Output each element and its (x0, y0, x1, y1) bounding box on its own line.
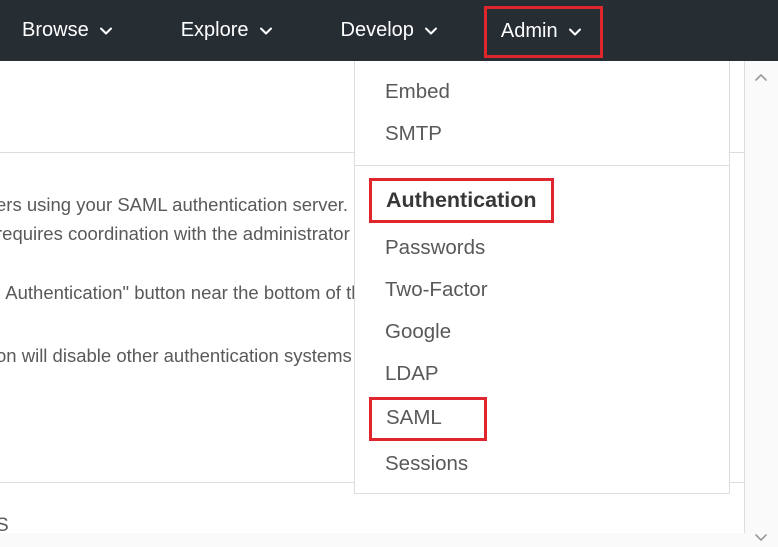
dropdown-item-embed[interactable]: Embed (355, 71, 729, 113)
chevron-down-icon (568, 25, 582, 39)
scroll-down-icon[interactable] (752, 528, 770, 546)
chevron-down-icon (259, 24, 273, 38)
scroll-up-icon[interactable] (752, 69, 770, 87)
admin-dropdown: Embed SMTP Authentication Passwords Two-… (354, 61, 730, 494)
dropdown-section-authentication: Authentication (369, 178, 554, 223)
dropdown-item-two-factor[interactable]: Two-Factor (355, 269, 729, 311)
dropdown-item-google[interactable]: Google (355, 311, 729, 353)
dropdown-item-sessions[interactable]: Sessions (355, 443, 729, 485)
dropdown-item-passwords[interactable]: Passwords (355, 227, 729, 269)
nav-explore-label: Explore (181, 19, 249, 42)
top-nav: Browse Explore Develop Admin (0, 0, 778, 61)
nav-browse[interactable]: Browse (14, 0, 139, 61)
dropdown-item-saml[interactable]: SAML (369, 397, 487, 441)
nav-develop-label: Develop (341, 19, 414, 42)
nav-browse-label: Browse (22, 19, 89, 42)
page-body: ers using your SAML authentication serve… (0, 61, 778, 547)
chevron-down-icon (424, 24, 438, 38)
dropdown-item-smtp[interactable]: SMTP (355, 113, 729, 155)
nav-explore[interactable]: Explore (173, 0, 299, 61)
dropdown-item-ldap[interactable]: LDAP (355, 353, 729, 395)
chevron-down-icon (99, 24, 113, 38)
nav-develop[interactable]: Develop (333, 0, 464, 61)
nav-admin-label: Admin (501, 20, 558, 43)
dropdown-separator (355, 165, 729, 166)
nav-admin[interactable]: Admin (484, 6, 603, 58)
